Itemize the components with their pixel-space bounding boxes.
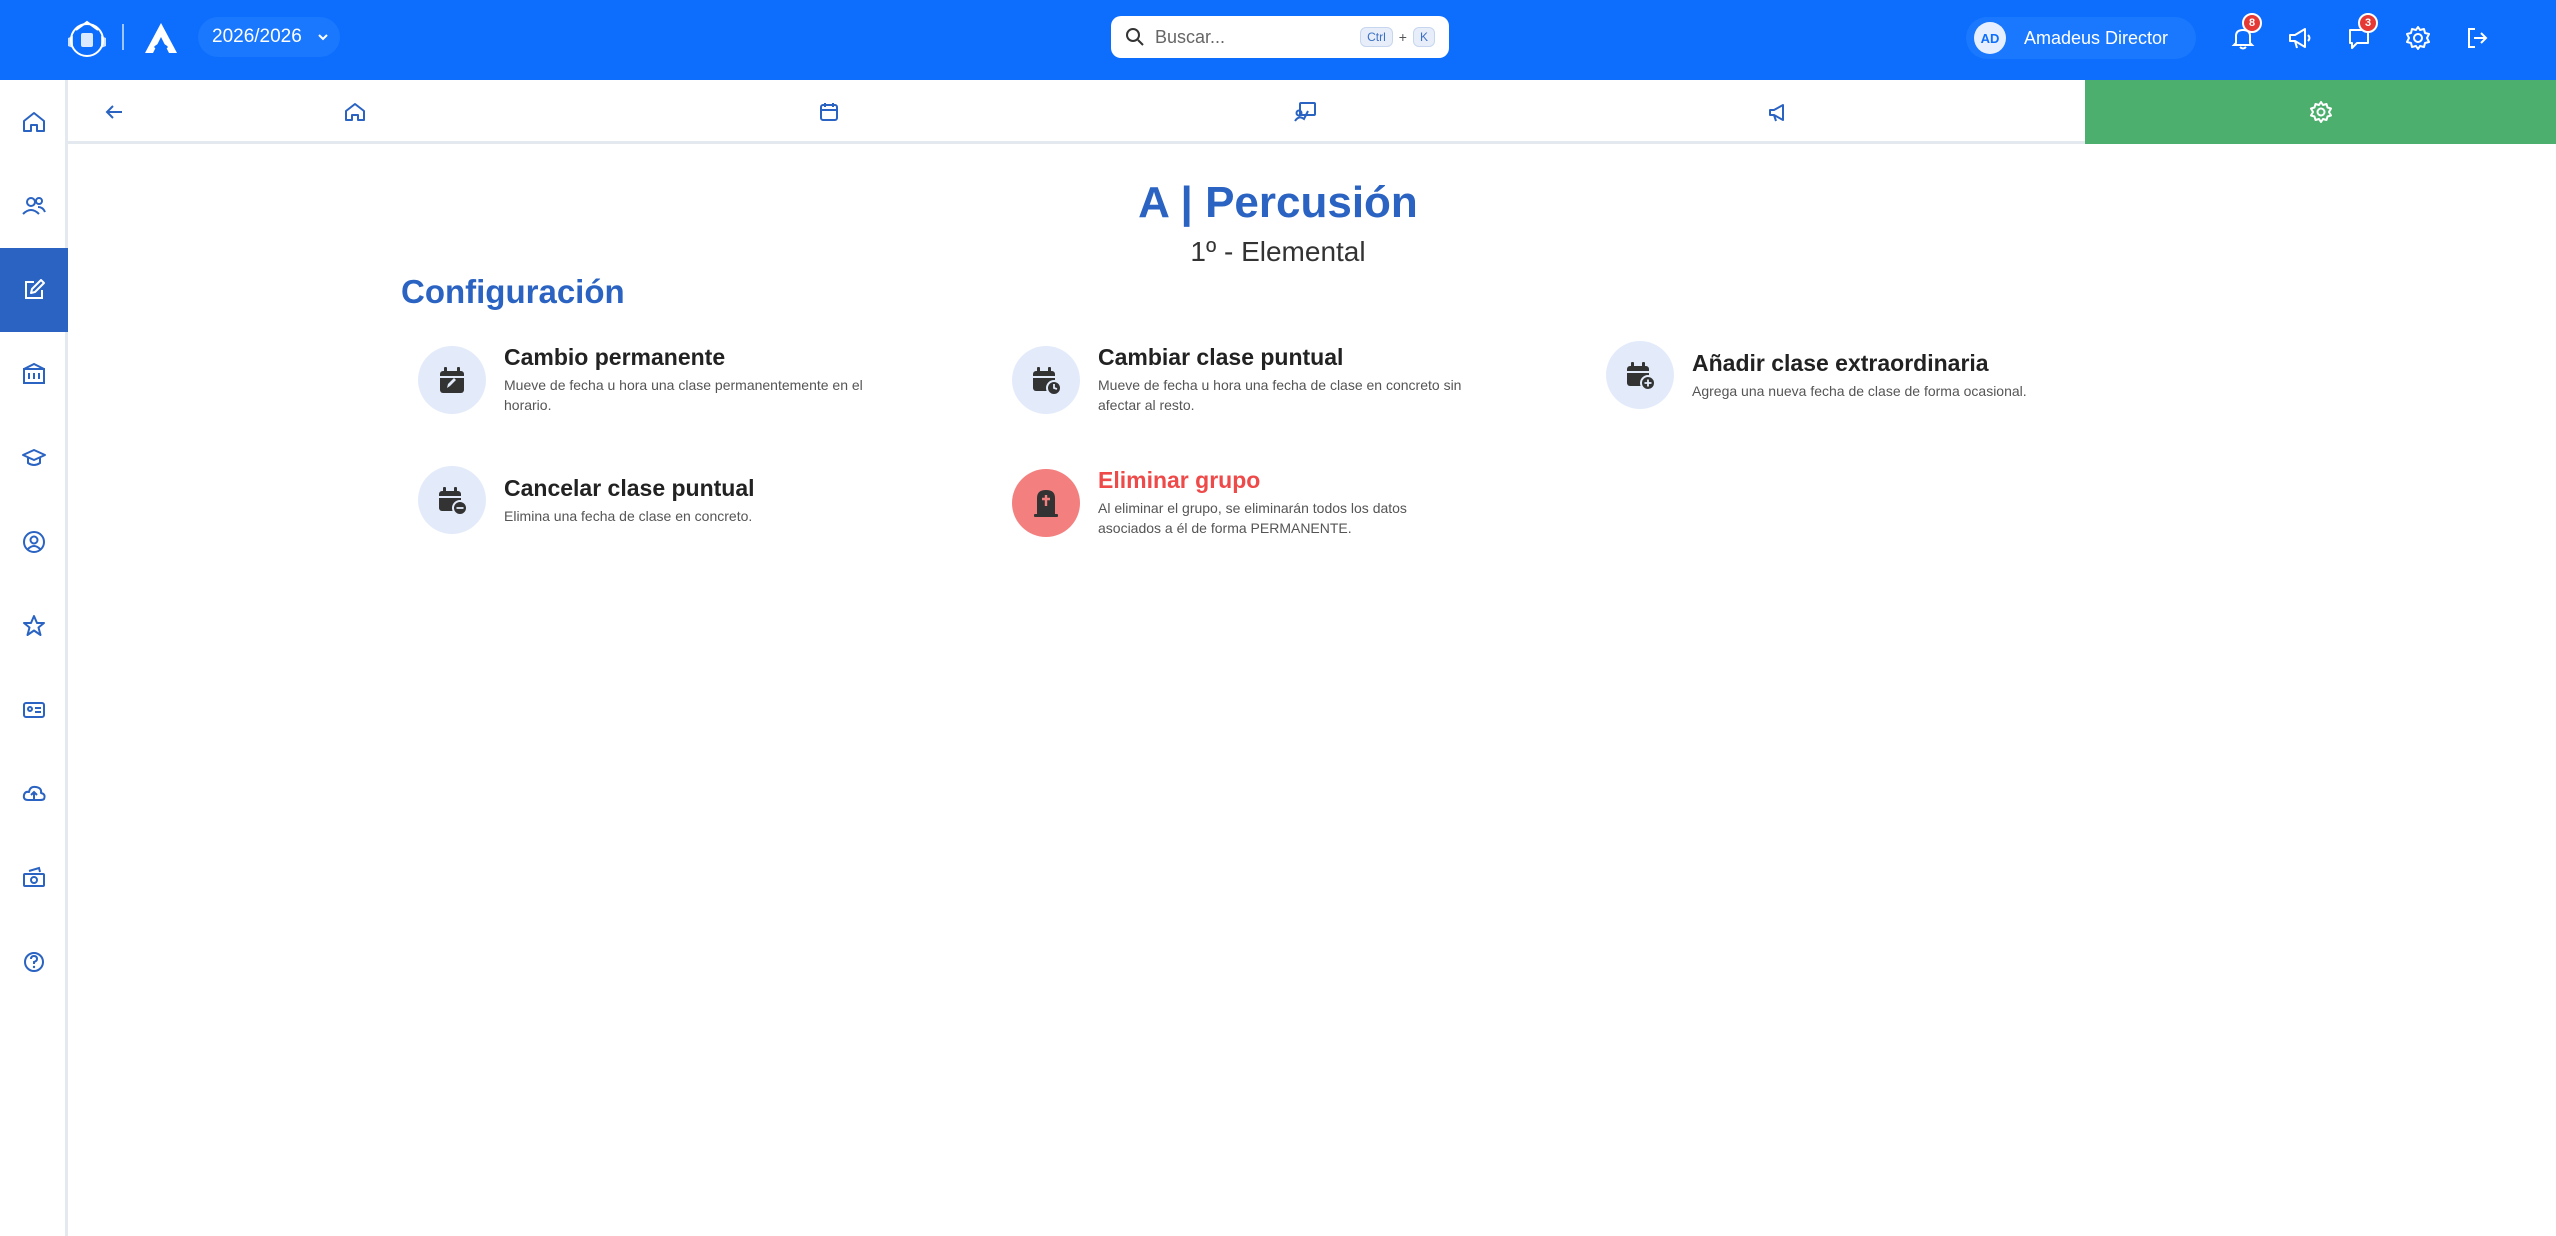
megaphone-icon <box>1769 104 1784 122</box>
cloud-upload-icon <box>22 785 46 801</box>
option-change-single-class[interactable]: Cambiar clase puntual Mueve de fecha u h… <box>1012 344 1498 415</box>
tab-settings[interactable] <box>2085 80 2556 144</box>
section-title: Configuración <box>401 273 625 310</box>
option-permanent-change[interactable]: Cambio permanente Mueve de fecha u hora … <box>418 344 904 415</box>
sidebar-item-favorites[interactable] <box>0 584 68 668</box>
option-label: Cancelar clase puntual <box>504 474 755 501</box>
sidebar-item-profile[interactable] <box>0 500 68 584</box>
money-icon <box>23 866 45 887</box>
option-description: Agrega una nueva fecha de clase de forma… <box>1692 382 2027 399</box>
settings-button[interactable] <box>2401 21 2435 55</box>
megaphone-icon <box>2289 28 2311 49</box>
sidebar-item-uploads[interactable] <box>0 752 68 836</box>
graduation-cap-icon <box>22 449 46 466</box>
messages-badge: 3 <box>2358 13 2378 33</box>
option-description: Mueve de fecha u hora una fecha de clase… <box>1098 377 1462 413</box>
user-menu[interactable]: AD Amadeus Director <box>1966 17 2196 59</box>
crest-logo <box>68 20 106 57</box>
logout-button[interactable] <box>2460 21 2494 55</box>
search-input[interactable]: Buscar... Ctrl + K <box>1111 16 1449 58</box>
building-icon <box>23 362 45 384</box>
option-label: Cambiar clase puntual <box>1098 344 1344 370</box>
calendar-edit-icon <box>440 366 464 393</box>
year-selector-label: 2026/2026 <box>212 26 302 47</box>
help-icon <box>24 952 44 972</box>
divider <box>122 24 124 50</box>
sidebar-item-payments[interactable] <box>0 836 68 920</box>
option-add-extra-class[interactable]: Añadir clase extraordinaria Agrega una n… <box>1606 341 2112 409</box>
notifications-button[interactable]: 8 <box>2226 13 2262 55</box>
logout-icon <box>2468 28 2488 48</box>
id-card-icon <box>23 702 45 718</box>
announcements-button[interactable] <box>2283 21 2317 55</box>
option-label: Añadir clase extraordinaria <box>1692 349 1989 376</box>
option-cancel-single-class[interactable]: Cancelar clase puntual Elimina una fecha… <box>418 466 904 534</box>
teacher-board-icon <box>1294 102 1316 122</box>
arrow-left-icon <box>105 105 122 119</box>
tab-announcements[interactable] <box>1734 80 1824 144</box>
option-label: Eliminar grupo <box>1098 467 1261 493</box>
option-delete-group[interactable]: Eliminar grupo Al eliminar el grupo, se … <box>1012 467 1458 538</box>
gear-icon <box>2406 26 2430 50</box>
shortcut-plus: + <box>1398 29 1407 45</box>
option-label: Cambio permanente <box>504 344 726 370</box>
sidebar-item-buildings[interactable] <box>0 332 68 416</box>
home-icon <box>345 103 365 121</box>
option-icon-wrap <box>1606 341 1674 409</box>
home-icon <box>23 112 45 132</box>
page-title: A | Percusión <box>1138 178 1418 227</box>
tab-home[interactable] <box>310 80 400 144</box>
sidebar-item-courses[interactable] <box>0 416 68 500</box>
user-circle-icon <box>23 531 45 553</box>
back-button[interactable] <box>98 96 130 128</box>
search-placeholder: Buscar... <box>1155 26 1226 47</box>
option-icon-wrap <box>1012 468 1080 537</box>
app-logo[interactable] <box>142 20 180 56</box>
tab-calendar[interactable] <box>784 80 874 144</box>
option-icon-wrap <box>1012 345 1080 414</box>
option-description: Elimina una fecha de clase en concreto. <box>504 507 753 524</box>
calendar-icon <box>820 103 838 121</box>
star-icon <box>23 615 45 636</box>
notifications-badge: 8 <box>2242 13 2262 33</box>
top-bar: 2026/2026 Buscar... Ctrl + K AD Amadeus … <box>0 0 2556 80</box>
edit-icon <box>25 279 45 299</box>
sidebar-item-id-cards[interactable] <box>0 668 68 752</box>
calendar-minus-icon <box>439 487 468 516</box>
sidebar-item-help[interactable] <box>0 920 68 1004</box>
calendar-plus-icon <box>1627 362 1656 391</box>
shortcut-ctrl: Ctrl <box>1360 27 1393 47</box>
year-selector[interactable]: 2026/2026 <box>198 17 340 57</box>
sidebar-item-home[interactable] <box>0 80 68 164</box>
option-icon-wrap <box>418 466 486 534</box>
option-description: Mueve de fecha u hora una clase permanen… <box>504 377 863 413</box>
group-subnav <box>68 80 2556 144</box>
calendar-clock-icon <box>1033 366 1062 396</box>
avatar: AD <box>1974 22 2006 54</box>
shortcut-key: K <box>1412 27 1435 47</box>
chevron-down-icon <box>318 34 328 41</box>
page-subtitle: 1º - Elemental <box>1190 236 1366 267</box>
tombstone-icon <box>1034 489 1058 517</box>
option-icon-wrap <box>418 345 486 414</box>
tab-teacher[interactable] <box>1260 80 1350 144</box>
gear-icon <box>2309 101 2332 123</box>
search-icon <box>1126 28 1144 46</box>
option-description: Al eliminar el grupo, se eliminarán todo… <box>1098 500 1407 536</box>
messages-button[interactable]: 3 <box>2342 13 2378 55</box>
user-name: Amadeus Director <box>2024 27 2169 48</box>
